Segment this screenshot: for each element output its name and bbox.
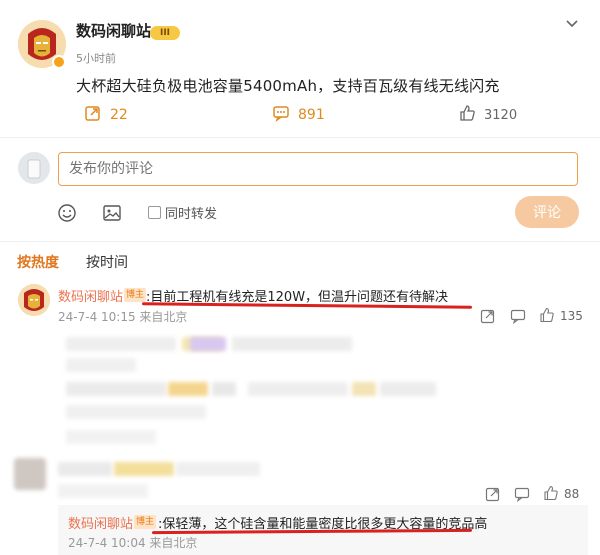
blurred-content (66, 430, 156, 444)
blurred-content (190, 337, 226, 351)
comment-like-count: 135 (560, 309, 583, 323)
blurred-content (248, 382, 348, 396)
submit-comment-button[interactable]: 评论 (515, 196, 579, 228)
comment-date: 24-7-4 10:15 来自北京 (58, 310, 188, 324)
thumbs-up-icon[interactable] (539, 307, 555, 323)
share-icon[interactable] (485, 486, 501, 502)
repost-icon (84, 104, 102, 126)
divider (0, 241, 600, 242)
blurred-content (232, 337, 352, 351)
tab-time[interactable]: 按时间 (86, 252, 128, 272)
comment-button[interactable]: 891 (272, 103, 325, 127)
blurred-content (168, 382, 208, 396)
comment-like-count: 88 (564, 487, 580, 501)
reply-author[interactable]: 数码闲聊站 (68, 513, 133, 532)
blurred-content (66, 405, 206, 419)
comment-icon (272, 104, 290, 126)
also-repost-label: 同时转发 (165, 207, 218, 222)
blurred-content (212, 382, 236, 396)
blurred-content (176, 462, 260, 476)
comment-count: 891 (298, 107, 325, 123)
vip-badge-icon (52, 55, 66, 69)
author-name[interactable]: 数码闲聊站 (76, 20, 151, 41)
reply-date: 24-7-4 10:04 来自北京 (68, 536, 198, 550)
also-repost-toggle[interactable]: 同时转发 (148, 203, 217, 222)
reply-icon[interactable] (514, 486, 530, 503)
rank-badge: III (150, 26, 180, 40)
blurred-content (58, 462, 112, 476)
post-time[interactable]: 5小时前 (76, 50, 116, 66)
blurred-content (58, 484, 148, 498)
chevron-down-icon[interactable] (562, 14, 582, 34)
like-count: 3120 (484, 107, 518, 123)
blurred-content (352, 382, 376, 396)
commenter-avatar[interactable] (18, 284, 50, 316)
checkbox[interactable] (148, 206, 161, 219)
blurred-content (66, 337, 176, 351)
thumbs-up-icon (458, 104, 476, 126)
divider (0, 137, 600, 138)
repost-count: 22 (110, 107, 128, 123)
reply-icon[interactable] (510, 308, 526, 325)
thumbs-up-icon[interactable] (543, 485, 559, 501)
commenter-name[interactable]: 数码闲聊站 (58, 286, 123, 305)
comment-input[interactable] (58, 152, 578, 186)
blogger-tag: 博主 (124, 288, 146, 302)
repost-button[interactable]: 22 (84, 103, 128, 127)
tab-hot[interactable]: 按热度 (17, 252, 59, 272)
post-text: 大杯超大硅负极电池容量5400mAh，支持百瓦级有线无线闪充 (76, 77, 500, 95)
my-avatar (18, 152, 50, 184)
blurred-content (66, 358, 136, 372)
blurred-avatar (14, 458, 46, 490)
blurred-content (380, 382, 436, 396)
like-button[interactable]: 3120 (458, 103, 517, 127)
blurred-content (114, 462, 174, 476)
share-icon[interactable] (480, 308, 496, 324)
emoji-icon[interactable] (56, 202, 78, 224)
blurred-content (66, 382, 166, 396)
image-icon[interactable] (101, 202, 123, 224)
blogger-tag: 博主 (134, 515, 156, 529)
